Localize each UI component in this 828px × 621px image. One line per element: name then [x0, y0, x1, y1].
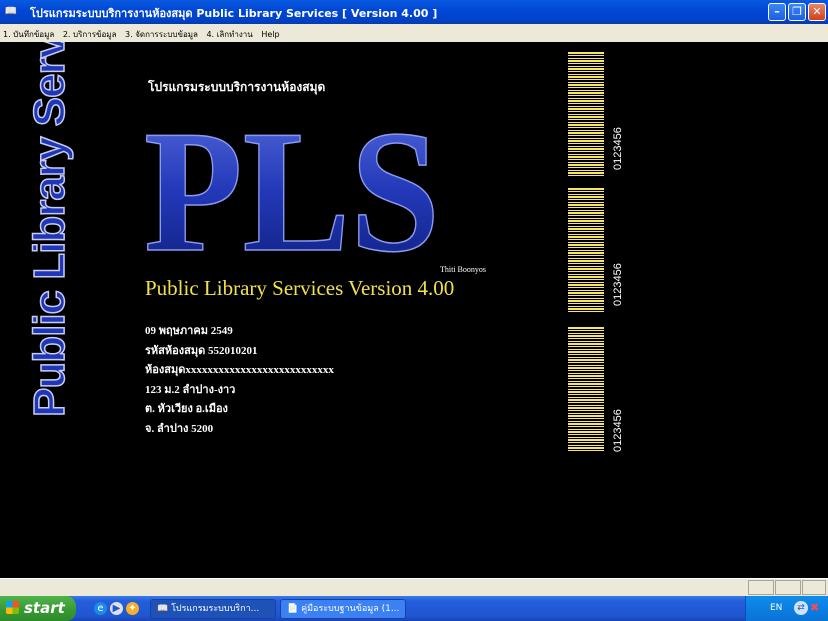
windows-logo-icon: [6, 601, 19, 614]
word-document-icon: 📄: [287, 604, 299, 614]
pls-logo: PLS: [143, 93, 441, 267]
task-label: คู่มือระบบฐานข้อมูล (1...: [301, 604, 400, 614]
barcode-number-3: 0123456: [612, 409, 624, 452]
task-button-word-doc[interactable]: 📄 คู่มือระบบฐานข้อมูล (1...: [280, 599, 406, 619]
splash-screen: Public Library Services โปรแกรมระบบบริกา…: [0, 42, 828, 578]
status-pane: [802, 580, 826, 595]
status-pane: [748, 580, 774, 595]
menu-manage-system[interactable]: 3. จัดการระบบข้อมูล: [122, 24, 201, 41]
title-bar[interactable]: 📖 โปรแกรมระบบบริการงานห้องสมุด Public Li…: [0, 0, 828, 24]
author-credit: Thiti Boonyos: [440, 265, 487, 274]
barcode-3: [568, 327, 604, 452]
messenger-icon[interactable]: ✦: [126, 602, 139, 615]
info-province: จ. ลำปาง 5200: [145, 422, 214, 433]
info-date: 09 พฤษภาคม 2549: [145, 325, 233, 337]
close-button[interactable]: ✕: [808, 3, 826, 21]
start-button[interactable]: start: [0, 596, 76, 621]
menu-bar: 1. บันทึกข้อมูล 2. บริการข้อมูล 3. จัดกา…: [0, 24, 828, 42]
system-tray: EN ⇄ ✖: [745, 596, 828, 621]
barcode-1: [568, 52, 604, 177]
barcode-number-1: 0123456: [612, 127, 624, 170]
menu-data-service[interactable]: 2. บริการข้อมูล: [60, 24, 120, 41]
network-icon[interactable]: ⇄: [794, 601, 808, 615]
task-button-library-app[interactable]: 📖 โปรแกรมระบบบริกา...: [150, 599, 276, 619]
menu-help[interactable]: Help: [258, 26, 282, 39]
security-alert-icon[interactable]: ✖: [810, 601, 819, 614]
vertical-title: Public Library Services: [24, 42, 75, 418]
maximize-button[interactable]: ❐: [788, 3, 806, 21]
status-pane: [775, 580, 801, 595]
library-book-icon[interactable]: 📖: [4, 5, 18, 18]
library-info: 09 พฤษภาคม 2549 รหัสห้องสมุด 552010201 ห…: [145, 322, 334, 432]
window-title: โปรแกรมระบบบริการงานห้องสมุด Public Libr…: [30, 7, 438, 20]
media-player-icon[interactable]: ▶: [110, 602, 123, 615]
minimize-button[interactable]: –: [768, 3, 786, 21]
internet-explorer-icon[interactable]: e: [94, 602, 107, 615]
taskbar: start e ▶ ✦ 📖 โปรแกรมระบบบริกา... 📄 คู่ม…: [0, 596, 828, 621]
info-address: 123 ม.2 ลำปาง-งาว: [145, 383, 236, 396]
status-bar: [0, 578, 828, 597]
library-book-icon: 📖: [157, 604, 169, 614]
barcode-number-2: 0123456: [612, 263, 624, 306]
menu-exit[interactable]: 4. เลิกทำงาน: [203, 24, 255, 41]
version-line: Public Library Services Version 4.00: [145, 276, 455, 300]
task-label: โปรแกรมระบบบริกา...: [171, 604, 260, 614]
info-library-code: รหัสห้องสมุด 552010201: [145, 344, 258, 357]
barcode-2: [568, 188, 604, 313]
logo-text: PLS: [144, 94, 440, 267]
start-label: start: [24, 599, 65, 617]
info-library-name: ห้องสมุดxxxxxxxxxxxxxxxxxxxxxxxxxxx: [145, 364, 334, 376]
info-district: ต. หัวเวียง อ.เมือง: [145, 403, 228, 415]
language-indicator[interactable]: EN: [770, 603, 782, 613]
menu-record-data[interactable]: 1. บันทึกข้อมูล: [0, 24, 57, 41]
